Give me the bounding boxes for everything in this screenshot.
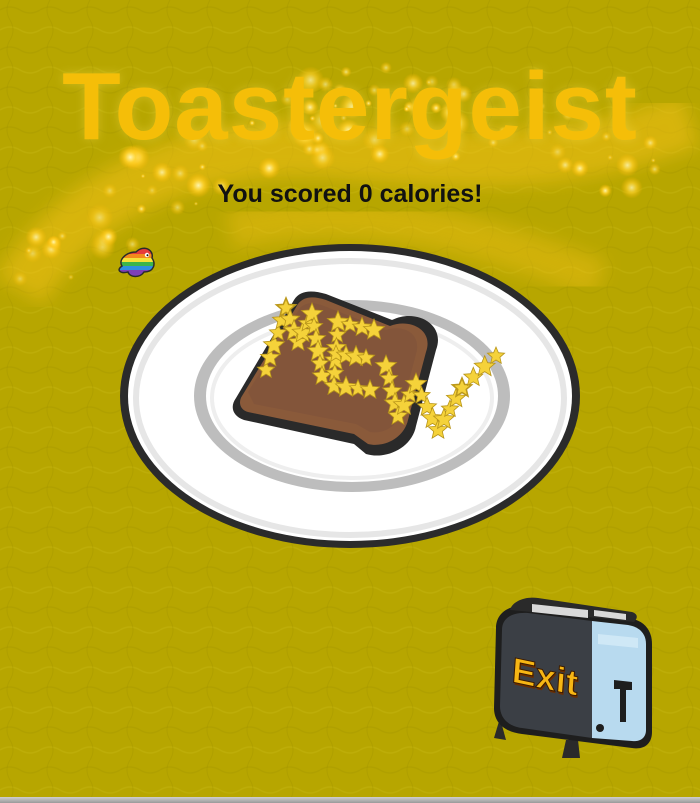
score-message: You scored 0 calories! [217, 180, 483, 208]
window-bottom-edge [0, 797, 700, 803]
exit-button[interactable]: Exit [488, 588, 658, 764]
game-title: Toastergeist [62, 53, 638, 160]
toast-plate [120, 244, 580, 548]
game-stage: Toastergeist You scored 0 calories! Exit [0, 0, 700, 797]
